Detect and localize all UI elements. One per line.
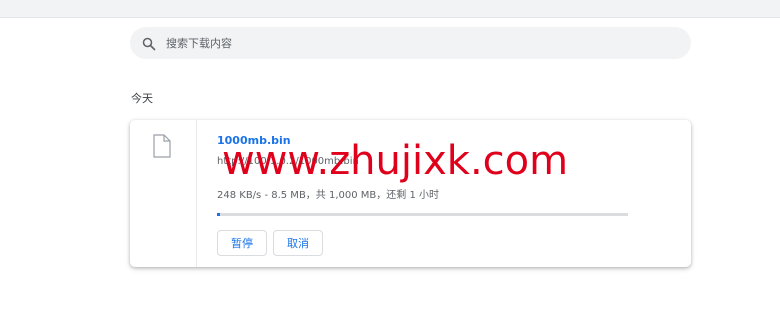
pause-button[interactable]: 暂停: [217, 230, 267, 256]
date-section-heading: 今天: [131, 92, 153, 105]
search-icon: [142, 36, 156, 51]
cancel-button[interactable]: 取消: [273, 230, 323, 256]
search-input[interactable]: [166, 36, 666, 50]
progress-bar: [217, 213, 628, 216]
search-bar[interactable]: [130, 27, 691, 59]
file-icon: [153, 134, 171, 158]
top-toolbar-strip: [0, 0, 780, 18]
download-status-text: 248 KB/s - 8.5 MB，共 1,000 MB，还剩 1 小时: [217, 190, 439, 201]
watermark-text: www.zhujixk.com: [222, 138, 569, 184]
progress-bar-fill: [217, 213, 221, 216]
file-icon-column: [130, 120, 197, 267]
